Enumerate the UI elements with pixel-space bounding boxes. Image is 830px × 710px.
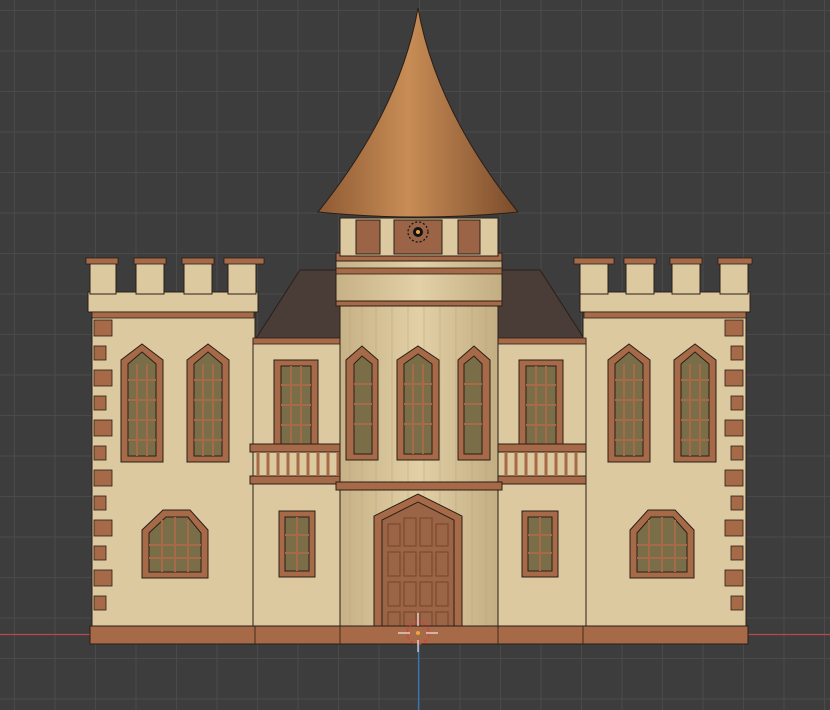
window [141, 509, 209, 579]
castle-scene[interactable] [0, 0, 830, 710]
left-wing[interactable] [249, 337, 349, 636]
plinth [89, 625, 749, 645]
left-tower[interactable] [85, 257, 265, 636]
window [607, 343, 651, 463]
spire[interactable] [317, 7, 519, 218]
window [186, 343, 230, 463]
3d-viewport[interactable] [0, 0, 830, 710]
window [120, 343, 164, 463]
right-wing[interactable] [487, 337, 587, 636]
central-tower[interactable] [335, 297, 503, 641]
belfry[interactable] [335, 217, 503, 302]
origin-dot-icon [416, 631, 420, 635]
window [673, 343, 717, 463]
right-tower[interactable] [573, 257, 753, 636]
window [629, 509, 695, 579]
